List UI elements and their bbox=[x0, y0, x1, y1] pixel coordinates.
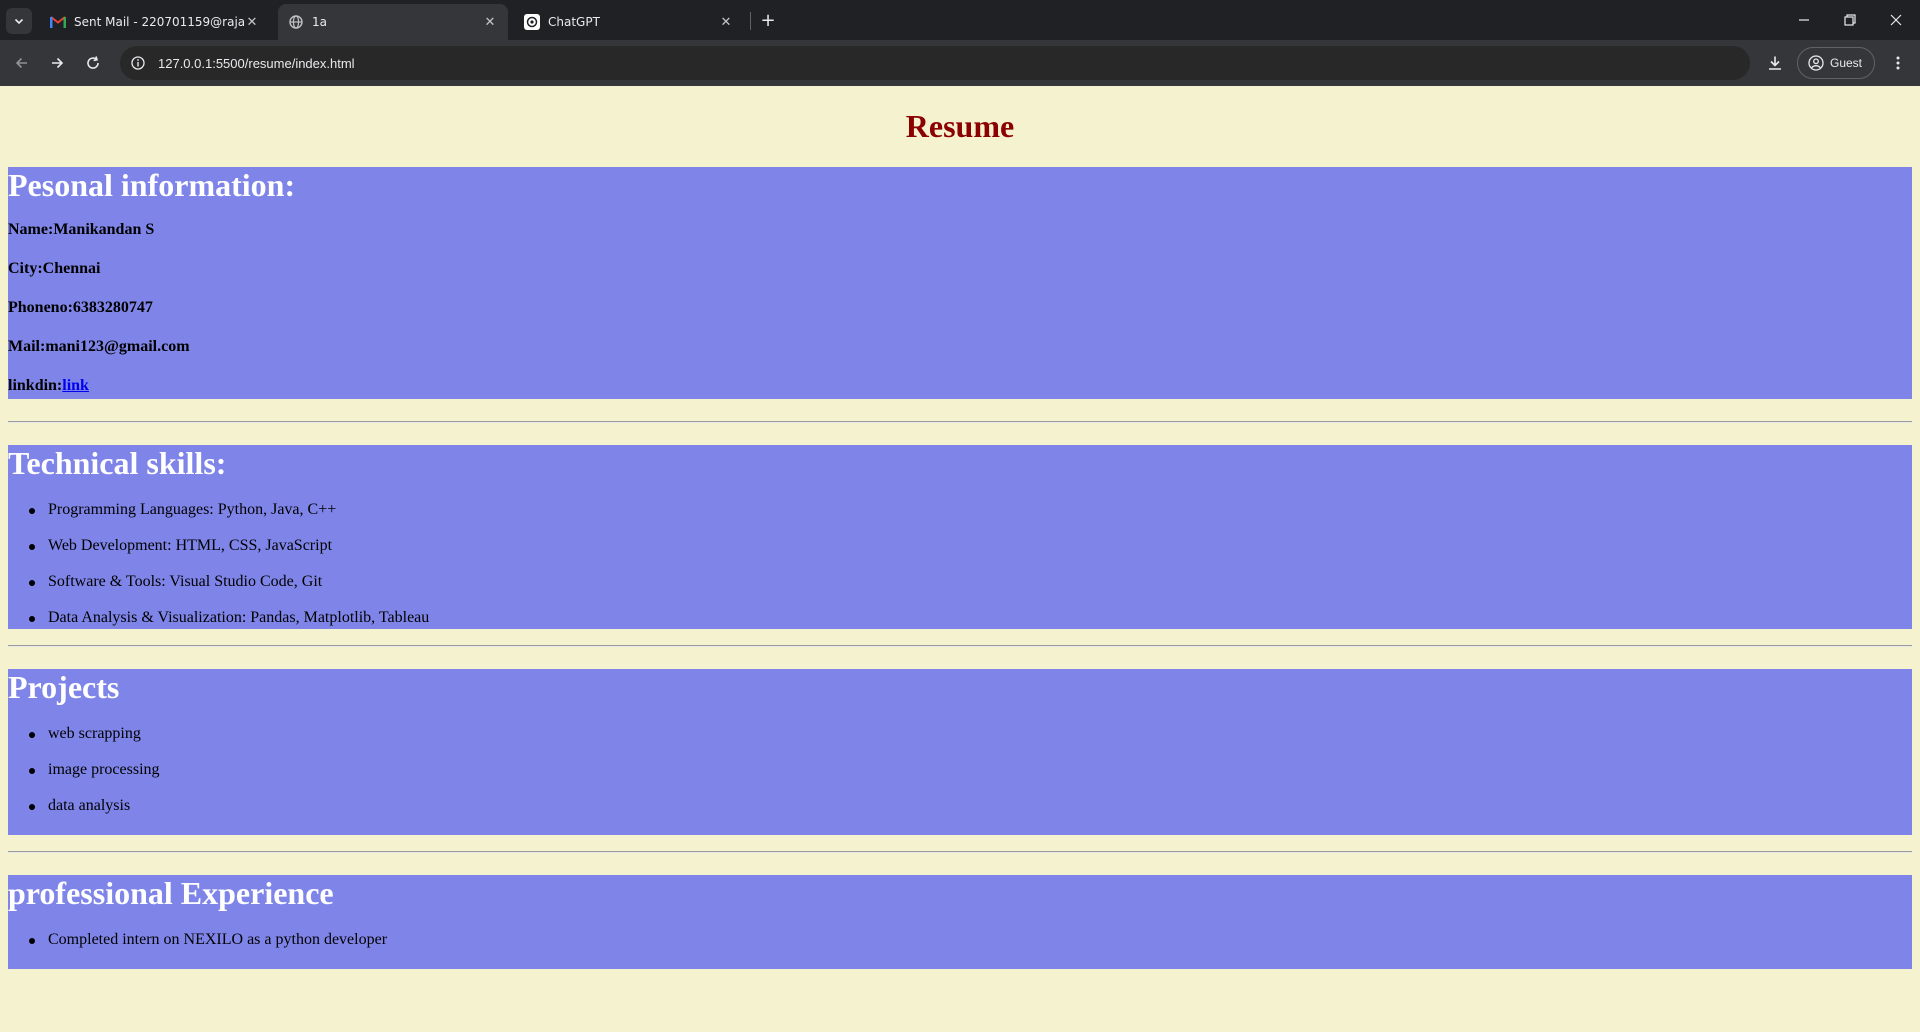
chevron-down-icon bbox=[14, 18, 24, 25]
project-item: data analysis bbox=[28, 797, 131, 814]
restore-icon bbox=[1844, 14, 1856, 26]
close-icon[interactable]: ✕ bbox=[482, 14, 498, 30]
personal-info-heading: Pesonal information: bbox=[8, 167, 296, 203]
arrow-right-icon bbox=[52, 57, 64, 69]
technical-skills-section: Technical skills: Programming Languages:… bbox=[8, 445, 1912, 629]
page-viewport: Resume Pesonal information: Name:Manikan… bbox=[0, 86, 1920, 1032]
arrow-left-icon bbox=[15, 57, 27, 69]
phone-row: Phoneno:6383280747 bbox=[8, 299, 153, 316]
project-item: image processing bbox=[29, 761, 160, 778]
plus-icon: + bbox=[760, 9, 776, 31]
project-item: web scrapping bbox=[29, 725, 141, 742]
reload-button[interactable] bbox=[79, 49, 107, 77]
projects-heading: Projects bbox=[8, 669, 120, 705]
tab-title: ChatGPT bbox=[548, 15, 600, 29]
profile-button[interactable]: Guest bbox=[1797, 47, 1875, 79]
section-divider bbox=[8, 645, 1912, 647]
name-row: Name:Manikandan S bbox=[8, 221, 155, 238]
tab-title: Sent Mail - 220701159@rajalakshmi.edu.in bbox=[74, 15, 244, 29]
skill-item: Data Analysis & Visualization: Pandas, M… bbox=[28, 609, 430, 626]
tab-active-page[interactable]: 1a ✕ bbox=[278, 4, 508, 40]
experience-heading: professional Experience bbox=[8, 875, 334, 911]
site-info-icon[interactable] bbox=[130, 55, 146, 71]
skill-item: Web Development: HTML, CSS, JavaScript bbox=[28, 537, 333, 554]
close-icon[interactable]: ✕ bbox=[244, 14, 260, 30]
page-title: Resume bbox=[905, 108, 1015, 144]
browser-menu-button[interactable] bbox=[1884, 49, 1912, 77]
chatgpt-icon bbox=[524, 14, 540, 30]
projects-section: Projects web scrapping image processing … bbox=[8, 669, 1912, 835]
section-divider bbox=[8, 421, 1912, 423]
linkedin-label: linkdin: bbox=[8, 377, 63, 394]
minimize-button[interactable] bbox=[1781, 0, 1827, 40]
globe-icon bbox=[288, 14, 304, 30]
url-text[interactable]: 127.0.0.1:5500/resume/index.html bbox=[158, 56, 355, 71]
city-row: City:Chennai bbox=[8, 260, 101, 277]
address-bar[interactable]: 127.0.0.1:5500/resume/index.html bbox=[120, 46, 1750, 80]
mail-row: Mail:mani123@gmail.com bbox=[8, 338, 190, 355]
tab-strip: Sent Mail - 220701159@rajalakshmi.edu.in… bbox=[0, 0, 1920, 40]
profile-label: Guest bbox=[1830, 56, 1863, 70]
skill-item: Software & Tools: Visual Studio Code, Gi… bbox=[28, 573, 323, 590]
tab-search-button[interactable] bbox=[6, 8, 32, 34]
more-vertical-icon bbox=[1896, 56, 1900, 70]
personal-info-section: Pesonal information: Name:Manikandan S C… bbox=[8, 167, 1912, 399]
download-icon bbox=[1769, 56, 1781, 70]
new-tab-button[interactable]: + bbox=[756, 8, 780, 32]
close-icon bbox=[1890, 14, 1902, 26]
tab-chatgpt[interactable]: ChatGPT ✕ bbox=[514, 4, 744, 40]
skill-item: Programming Languages: Python, Java, C++ bbox=[28, 501, 337, 518]
gmail-icon bbox=[50, 14, 66, 30]
downloads-button[interactable] bbox=[1761, 49, 1789, 77]
tab-separator bbox=[750, 12, 751, 30]
minimize-icon bbox=[1799, 19, 1809, 21]
close-icon[interactable]: ✕ bbox=[718, 14, 734, 30]
experience-section: professional Experience Completed intern… bbox=[8, 875, 1912, 969]
reload-icon bbox=[87, 56, 99, 69]
technical-skills-heading: Technical skills: bbox=[8, 445, 227, 481]
tab-gmail[interactable]: Sent Mail - 220701159@rajalakshmi.edu.in… bbox=[40, 4, 270, 40]
browser-toolbar: 127.0.0.1:5500/resume/index.html Guest bbox=[0, 40, 1920, 86]
linkedin-row: linkdin:link bbox=[8, 377, 89, 395]
section-divider bbox=[8, 851, 1912, 853]
experience-item: Completed intern on NEXILO as a python d… bbox=[28, 931, 388, 948]
linkedin-link[interactable]: link bbox=[62, 377, 89, 394]
forward-button[interactable] bbox=[43, 49, 71, 77]
back-button[interactable] bbox=[8, 49, 36, 77]
restore-button[interactable] bbox=[1827, 0, 1873, 40]
window-close-button[interactable] bbox=[1873, 0, 1919, 40]
profile-icon bbox=[1808, 55, 1824, 71]
tab-title: 1a bbox=[312, 15, 327, 29]
